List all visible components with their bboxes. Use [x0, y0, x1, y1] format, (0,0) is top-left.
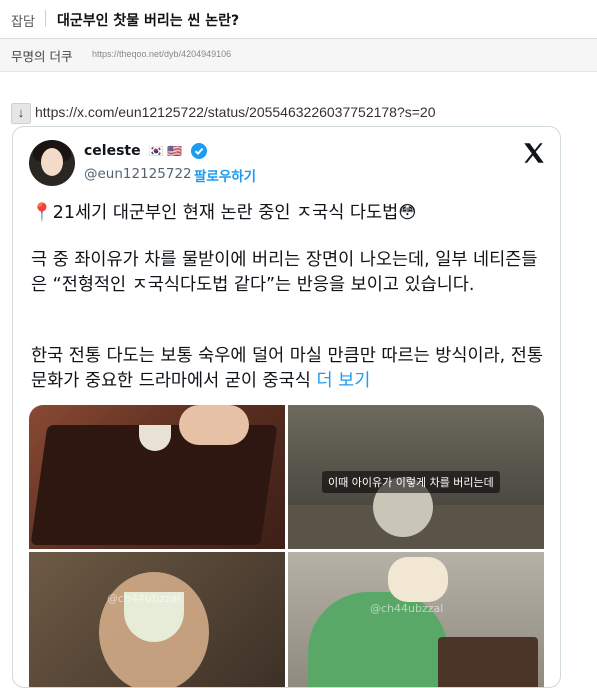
post-header: 잡담 대군부인 찻물 버리는 씬 논란? — [0, 0, 597, 39]
tweet-media-grid: 이때 아이유가 이렇게 차를 버리는데 @ch44ubzzal @ch44ubz… — [29, 405, 544, 687]
avatar-face — [41, 148, 63, 176]
media-photo-3[interactable]: @ch44ubzzal — [29, 552, 285, 687]
x-logo-icon[interactable] — [521, 140, 547, 166]
video-caption: 이때 아이유가 이렇게 차를 버리는데 — [322, 471, 500, 493]
show-more-link[interactable]: 더 보기 — [316, 371, 370, 391]
post-meta: 무명의 더쿠 https://theqoo.net/dyb/4204949106 — [0, 39, 597, 72]
media-photo-4[interactable]: @ch44ubzzal — [288, 552, 544, 687]
post-title: 대군부인 찻물 버리는 씬 논란? — [57, 13, 240, 29]
tweet-link-line: ↓ https://x.com/eun12125722/status/205546… — [11, 103, 436, 124]
tweet-author-handle[interactable]: @eun12125722 — [84, 166, 192, 182]
down-arrow-icon: ↓ — [11, 103, 31, 124]
watermark: @ch44ubzzal — [107, 592, 181, 605]
tea-table — [438, 637, 538, 687]
tweet-embed[interactable]: celeste 🇰🇷 🇺🇸 @eun12125722 팔로우하기 📍21세기 대… — [12, 126, 561, 688]
hand — [179, 405, 249, 445]
media-photo-1[interactable] — [29, 405, 285, 549]
divider — [45, 10, 46, 27]
post-author: 무명의 더쿠 — [11, 49, 73, 64]
media-photo-2[interactable]: 이때 아이유가 이렇게 차를 버리는데 — [288, 405, 544, 549]
tweet-link[interactable]: https://x.com/eun12125722/status/2055463… — [35, 104, 436, 120]
verified-badge-icon — [191, 143, 208, 159]
watermark: @ch44ubzzal — [370, 602, 444, 615]
follow-button[interactable]: 팔로우하기 — [194, 165, 256, 185]
tweet-author-name[interactable]: celeste 🇰🇷 🇺🇸 — [84, 143, 208, 159]
tweet-text-paragraph3: 한국 전통 다도는 보통 숙우에 덜어 마실 만큼만 따르는 방식이라, 전통문… — [31, 346, 543, 391]
tweet-text-paragraph2: 극 중 좌이유가 차를 물받이에 버리는 장면이 나오는데, 일부 네티즌들은 … — [31, 250, 538, 295]
flags-icon: 🇰🇷 🇺🇸 — [148, 144, 183, 158]
post-category[interactable]: 잡담 — [11, 11, 35, 30]
author-name-text: celeste — [84, 143, 141, 159]
tweet-text-line1: 📍21세기 대군부인 현재 논란 중인 ㅈ국식 다도법😳 — [31, 203, 417, 223]
hanbok-top — [388, 557, 448, 602]
avatar[interactable] — [29, 140, 75, 186]
post-source-url[interactable]: https://theqoo.net/dyb/4204949106 — [92, 49, 231, 59]
